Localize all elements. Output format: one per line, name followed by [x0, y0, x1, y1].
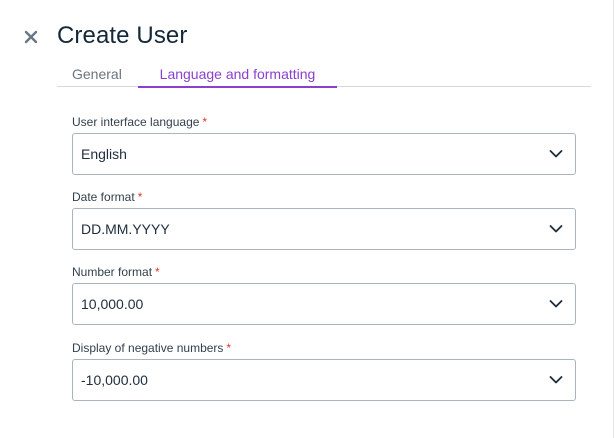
close-button[interactable]: [20, 26, 42, 48]
chevron-down-icon: [549, 300, 563, 308]
date-format-label: Date format *: [72, 190, 143, 204]
chevron-down-icon: [549, 376, 563, 384]
ui-language-select[interactable]: English: [72, 133, 576, 175]
required-marker: *: [155, 265, 160, 279]
tab-general[interactable]: General: [72, 66, 122, 87]
negative-numbers-value: -10,000.00: [81, 372, 148, 388]
date-format-select[interactable]: DD.MM.YYYY: [72, 208, 576, 250]
required-marker: *: [226, 341, 232, 355]
close-icon: [24, 30, 38, 44]
date-format-field: Date format * DD.MM.YYYY: [72, 189, 576, 250]
chevron-down-icon: [549, 225, 563, 233]
negative-numbers-label: Display of negative numbers *: [72, 341, 232, 355]
required-marker: *: [202, 115, 208, 129]
required-marker: *: [137, 190, 143, 204]
ui-language-label: User interface language *: [72, 115, 208, 129]
ui-language-field: User interface language * English: [72, 114, 576, 175]
negative-numbers-select[interactable]: -10,000.00: [72, 359, 576, 401]
ui-language-value: English: [81, 146, 127, 162]
chevron-down-icon: [549, 150, 563, 158]
number-format-label: Number format *: [72, 265, 160, 279]
number-format-value: 10,000.00: [81, 296, 144, 312]
tab-bar: General Language and formatting: [57, 63, 591, 88]
page-title: Create User: [57, 22, 188, 49]
tab-language-and-formatting[interactable]: Language and formatting: [138, 66, 337, 88]
number-format-field: Number format * 10,000.00: [72, 264, 576, 325]
number-format-select[interactable]: 10,000.00: [72, 283, 576, 325]
negative-numbers-field: Display of negative numbers * -10,000.00: [72, 340, 576, 401]
date-format-value: DD.MM.YYYY: [81, 221, 170, 237]
create-user-panel: Create User General Language and formatt…: [0, 0, 614, 438]
